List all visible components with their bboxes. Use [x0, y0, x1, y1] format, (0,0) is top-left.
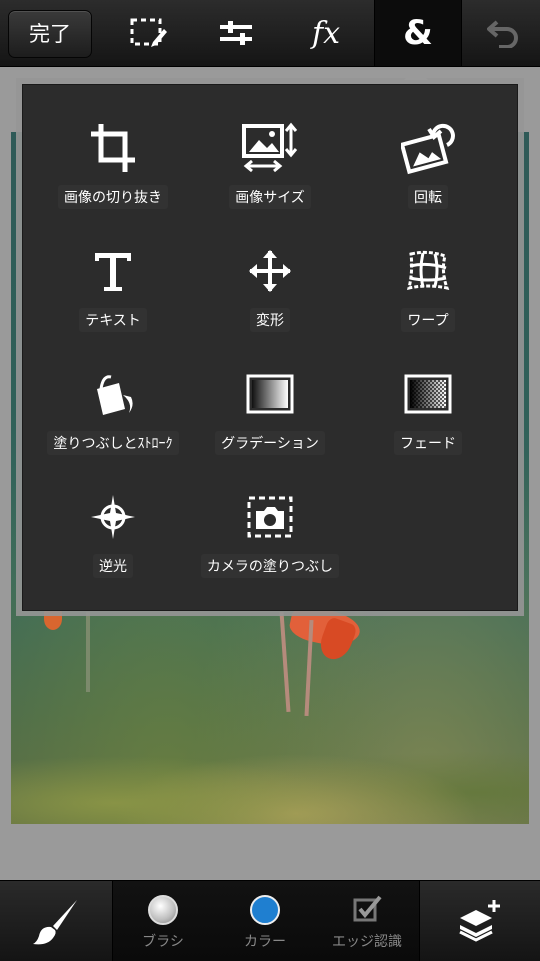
- rotate-tool[interactable]: 回転: [348, 115, 508, 227]
- layers-icon: [459, 900, 500, 942]
- image-size-icon: [241, 115, 299, 181]
- transform-label: 変形: [250, 308, 290, 332]
- rotate-icon: [401, 115, 455, 181]
- top-toolbar: 完了 fx &: [0, 0, 540, 67]
- warp-tool[interactable]: ワープ: [348, 238, 508, 350]
- checkbox-icon: [352, 895, 382, 925]
- camera-fill-tool[interactable]: カメラの塗りつぶし: [190, 484, 350, 596]
- brush-preview-icon: [148, 895, 178, 925]
- fill-stroke-label: 塗りつぶしとｽﾄﾛｰｸ: [47, 431, 178, 455]
- warp-label: ワープ: [401, 308, 454, 332]
- image-size-label: 画像サイズ: [229, 185, 311, 209]
- edge-detect-option[interactable]: エッジ認識: [317, 881, 417, 961]
- photo-bird-leg: [86, 612, 90, 692]
- crop-label: 画像の切り抜き: [58, 185, 168, 209]
- adjust-sliders-icon[interactable]: [196, 0, 276, 66]
- gradient-tool[interactable]: グラデーション: [190, 361, 350, 473]
- color-swatch-icon: [250, 895, 280, 925]
- gradient-icon: [246, 361, 294, 427]
- transform-tool[interactable]: 変形: [190, 238, 350, 350]
- crop-tool[interactable]: 画像の切り抜き: [33, 115, 193, 227]
- rotate-label: 回転: [408, 185, 448, 209]
- brush-option-label: ブラシ: [142, 934, 184, 950]
- text-label: テキスト: [79, 308, 147, 332]
- edge-detect-label: エッジ認識: [332, 934, 402, 950]
- gradient-label: グラデーション: [215, 431, 325, 455]
- text-tool[interactable]: テキスト: [33, 238, 193, 350]
- done-button[interactable]: 完了: [8, 10, 92, 58]
- selection-icon[interactable]: [108, 0, 188, 66]
- fx-icon[interactable]: fx: [286, 0, 366, 66]
- layers-button[interactable]: [418, 881, 540, 961]
- fade-label: フェード: [394, 431, 462, 455]
- backlight-tool[interactable]: 逆光: [33, 484, 193, 596]
- paintbrush-icon: [33, 900, 77, 945]
- ampersand-icon-label: &: [403, 13, 433, 53]
- fill-stroke-tool[interactable]: 塗りつぶしとｽﾄﾛｰｸ: [33, 361, 193, 473]
- popover-arrow: [404, 68, 428, 80]
- camera-fill-icon: [246, 484, 294, 550]
- camera-fill-label: カメラの塗りつぶし: [201, 554, 339, 578]
- transform-icon: [247, 238, 293, 304]
- tools-popover: 画像の切り抜き 画像サイズ 回転 テキスト 変形 ワープ 塗りつぶしとｽﾄﾛｰｸ…: [23, 85, 517, 610]
- color-option[interactable]: カラー: [215, 881, 315, 961]
- ampersand-icon[interactable]: &: [374, 0, 462, 66]
- crop-icon: [89, 115, 137, 181]
- fx-icon-label: fx: [311, 15, 341, 51]
- brush-tool-button[interactable]: [0, 881, 112, 961]
- image-size-tool[interactable]: 画像サイズ: [190, 115, 350, 227]
- color-option-label: カラー: [244, 934, 286, 950]
- bottom-toolbar: ブラシ カラー エッジ認識: [0, 880, 540, 961]
- backlight-icon: [89, 484, 137, 550]
- fill-stroke-icon: [89, 361, 137, 427]
- undo-icon[interactable]: [468, 0, 540, 66]
- photo-grass: [11, 720, 529, 824]
- brush-options-group: ブラシ カラー エッジ認識: [112, 881, 420, 961]
- fade-tool[interactable]: フェード: [348, 361, 508, 473]
- backlight-label: 逆光: [93, 554, 133, 578]
- warp-icon: [405, 238, 451, 304]
- fade-icon: [404, 361, 452, 427]
- brush-option[interactable]: ブラシ: [113, 881, 213, 961]
- text-icon: [91, 238, 135, 304]
